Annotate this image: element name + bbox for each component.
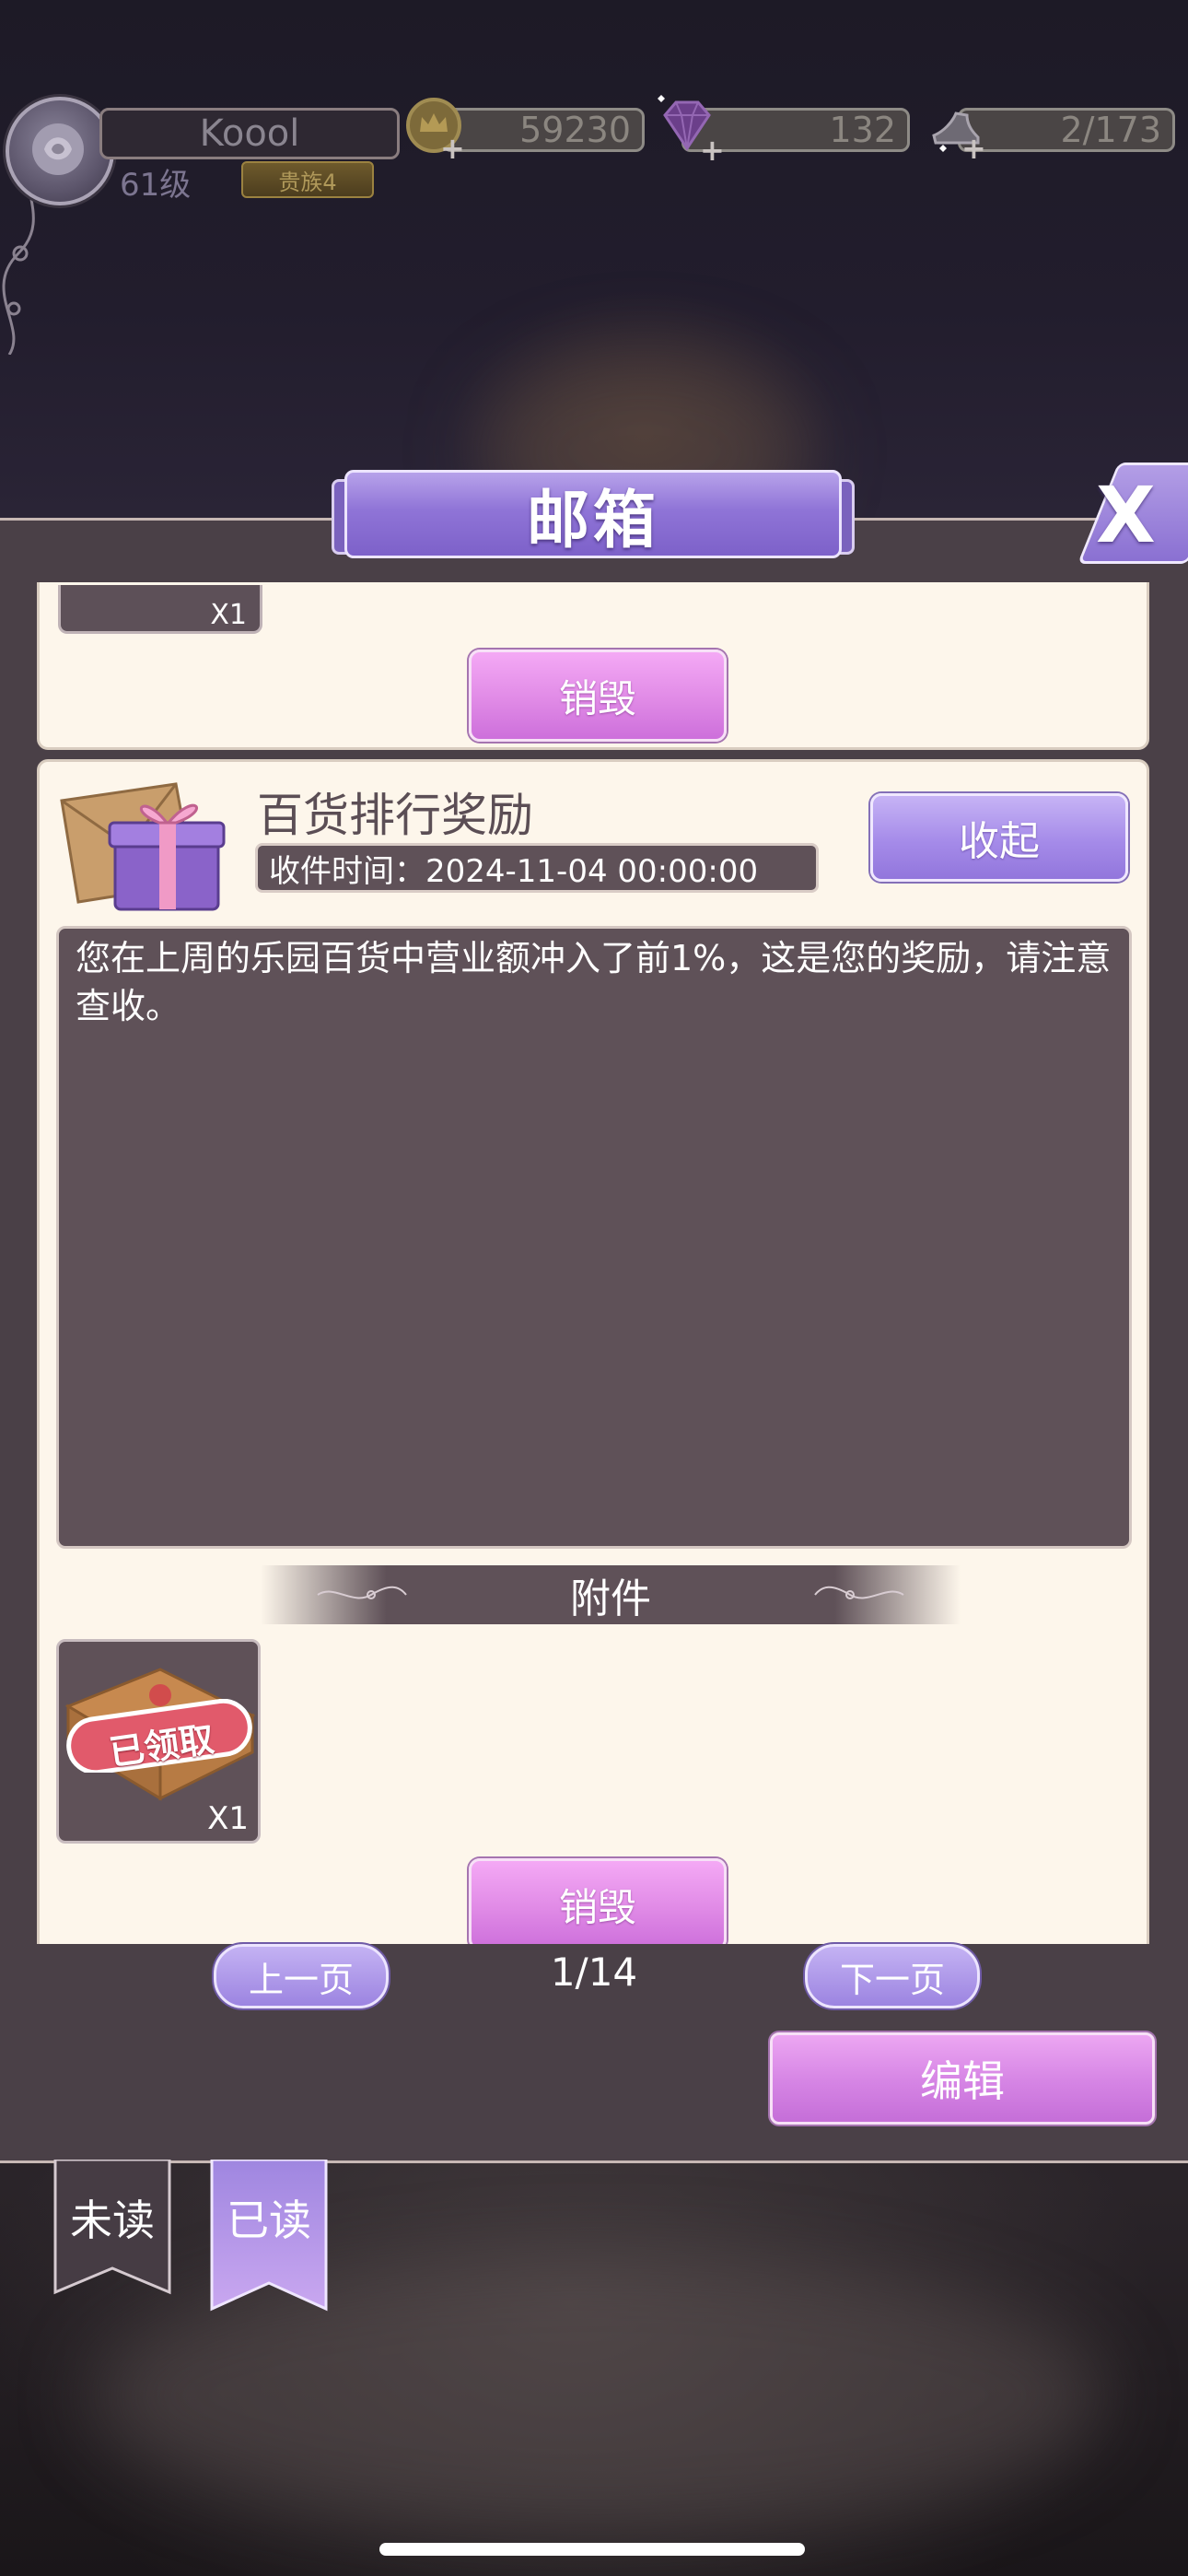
rose-icon — [32, 123, 84, 175]
tab-unread-label: 未读 — [70, 2195, 155, 2245]
add-stamina-button[interactable]: + — [961, 134, 986, 163]
home-indicator[interactable] — [379, 2543, 805, 2556]
attachment-qty-previous: X1 — [210, 599, 247, 631]
attachments-header: 附件 — [261, 1565, 961, 1624]
collapse-button[interactable]: 收起 — [870, 793, 1128, 882]
stamina-counter: 2/173 — [958, 108, 1175, 152]
close-icon: X — [1096, 470, 1156, 560]
add-diamond-button[interactable]: + — [700, 135, 725, 165]
page-indicator: 1/14 — [550, 1950, 638, 1995]
mailbox-title-tab: 邮箱 — [330, 470, 856, 558]
prev-page-button[interactable]: 上一页 — [214, 1944, 389, 2008]
vip-badge[interactable]: 贵族4 — [241, 161, 374, 198]
mail-card-previous: X1 销毁 — [37, 582, 1149, 750]
edit-button[interactable]: 编辑 — [770, 2032, 1155, 2125]
mail-card: 百货排行奖励 收件时间：2024-11-04 00:00:00 收起 您在上周的… — [37, 759, 1149, 1944]
next-page-button[interactable]: 下一页 — [805, 1944, 980, 2008]
tab-unread[interactable]: 未读 — [53, 2160, 171, 2314]
destroy-button[interactable]: 销毁 — [469, 1858, 727, 1944]
add-gold-button[interactable]: + — [440, 134, 465, 163]
attachment-slot[interactable]: 已领取 X1 — [56, 1639, 261, 1844]
player-name: Koool — [99, 108, 400, 159]
destroy-button-previous[interactable]: 销毁 — [469, 650, 727, 742]
mail-list[interactable]: X1 销毁 百货排行奖励 收件时间：2024-11-04 00:00:00 收起… — [37, 582, 1151, 1944]
stamina-value: 2/173 — [1060, 110, 1161, 150]
player-level: 61级 — [120, 167, 192, 204]
mail-gift-icon — [60, 782, 226, 911]
attachments-label: 附件 — [570, 1575, 651, 1622]
gold-counter: 59230 — [442, 108, 645, 152]
mail-body: 您在上周的乐园百货中营业额冲入了前1%，这是您的奖励，请注意查收。 — [56, 926, 1132, 1549]
gold-value: 59230 — [519, 110, 631, 150]
attachment-slot-previous[interactable]: X1 — [58, 585, 262, 634]
tab-read-label: 已读 — [227, 2195, 311, 2245]
mail-received-time: 收件时间：2024-11-04 00:00:00 — [255, 843, 819, 893]
diamond-value: 132 — [829, 110, 896, 150]
player-avatar[interactable] — [6, 97, 114, 205]
attachment-qty: X1 — [207, 1800, 249, 1837]
tab-read[interactable]: 已读 — [210, 2160, 328, 2314]
close-button[interactable]: X — [1050, 463, 1188, 564]
top-hud: Koool 61级 贵族4 59230 + 132 + 2/173 + — [0, 88, 1188, 355]
mail-title: 百货排行奖励 — [257, 789, 533, 842]
left-flourish-icon — [317, 1586, 407, 1599]
right-flourish-icon — [814, 1586, 904, 1599]
mailbox-title: 邮箱 — [344, 470, 842, 558]
